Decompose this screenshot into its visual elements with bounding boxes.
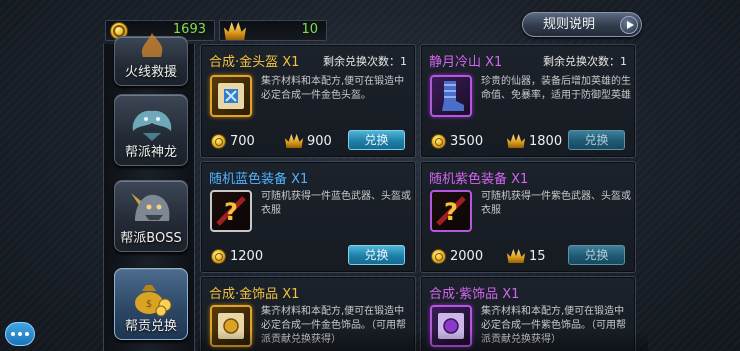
money-bag-icon: $ xyxy=(135,285,172,317)
sidebar-item-label: 帮贡兑换 xyxy=(124,319,177,334)
rules-button-label: 规则说明 xyxy=(543,17,596,32)
chat-bubble-icon[interactable] xyxy=(5,322,35,346)
boss-icon xyxy=(131,193,170,221)
card-title: 合成·金头盔 X1 xyxy=(209,55,300,70)
random-equipment-icon: ? xyxy=(210,190,252,232)
price-coin: 700 xyxy=(230,134,255,149)
play-arrow-icon xyxy=(620,16,638,34)
contribution-balance: 10 xyxy=(219,20,327,41)
remaining-count: 剩余兑换次数：1 xyxy=(543,55,627,68)
coin-icon xyxy=(211,249,226,264)
crown-icon xyxy=(507,134,525,148)
svg-text:?: ? xyxy=(444,198,458,226)
card-title: 随机紫色装备 X1 xyxy=(429,172,529,187)
crown-icon xyxy=(507,249,525,263)
crown-icon xyxy=(224,22,246,40)
contribution-balance-value: 10 xyxy=(301,22,318,37)
exchange-button[interactable]: 兑换 xyxy=(568,130,625,150)
random-equipment-icon: ? xyxy=(430,190,472,232)
dragon-icon xyxy=(132,110,172,141)
item-description: 可随机获得一件蓝色武器、头盔或衣服 xyxy=(261,191,411,216)
exchange-card: 合成·金头盔 X1 剩余兑换次数：1 集齐材料和本配方,便可在锻造中必定合成一件… xyxy=(200,44,416,158)
card-title: 随机蓝色装备 X1 xyxy=(209,172,309,187)
svg-text:?: ? xyxy=(224,198,238,226)
rules-button[interactable]: 规则说明 xyxy=(522,12,642,37)
sidebar-item-label: 帮派BOSS xyxy=(120,231,182,246)
price-contribution: 1800 xyxy=(529,134,563,149)
coin-balance-value: 1693 xyxy=(172,22,206,37)
boots-icon xyxy=(430,75,472,117)
sidebar-item-exchange[interactable]: $ 帮贡兑换 xyxy=(114,268,188,340)
price-contribution: 15 xyxy=(529,249,546,264)
scroll-fade xyxy=(198,330,648,351)
exchange-button[interactable]: 兑换 xyxy=(348,245,405,265)
svg-text:$: $ xyxy=(146,299,152,310)
exchange-button[interactable]: 兑换 xyxy=(348,130,405,150)
sidebar-item-label: 帮派神龙 xyxy=(124,145,177,160)
exchange-grid: 合成·金头盔 X1 剩余兑换次数：1 集齐材料和本配方,便可在锻造中必定合成一件… xyxy=(198,44,648,351)
exchange-button[interactable]: 兑换 xyxy=(568,245,625,265)
item-description: 集齐材料和本配方,便可在锻造中必定合成一件金色头盔。 xyxy=(261,76,405,101)
card-title: 合成·金饰品 X1 xyxy=(209,287,300,302)
exchange-card: 随机紫色装备 X1 ? 可随机获得一件紫色武器、头盔或衣服 2000 15 兑换 xyxy=(420,161,636,273)
card-title: 静月冷山 X1 xyxy=(429,55,503,70)
recipe-scroll-icon xyxy=(210,75,252,117)
coin-icon xyxy=(431,134,446,149)
price-contribution: 900 xyxy=(307,134,332,149)
sidebar-item-label: 火线救援 xyxy=(124,65,177,80)
card-title: 合成·紫饰品 X1 xyxy=(429,287,520,302)
sidebar: 火线救援 帮派神龙 帮派BOSS $ 帮贡兑换 xyxy=(103,33,195,351)
remaining-count: 剩余兑换次数：1 xyxy=(323,55,407,68)
sidebar-item-boss[interactable]: 帮派BOSS xyxy=(114,180,188,252)
price-coin: 1200 xyxy=(230,249,264,264)
coin-icon xyxy=(211,134,226,149)
item-description: 珍贵的仙器，装备后增加英雄的生命值、免暴率，适用于防御型英雄 xyxy=(481,76,631,101)
price-coin: 2000 xyxy=(450,249,484,264)
crown-icon xyxy=(285,134,303,148)
sidebar-item-rescue[interactable]: 火线救援 xyxy=(114,33,188,86)
price-coin: 3500 xyxy=(450,134,484,149)
coin-icon xyxy=(431,249,446,264)
exchange-card: 随机蓝色装备 X1 ? 可随机获得一件蓝色武器、头盔或衣服 1200 兑换 xyxy=(200,161,416,273)
fire-icon xyxy=(141,33,163,57)
exchange-card: 静月冷山 X1 剩余兑换次数：1 珍贵的仙器，装备后增加英雄的生命值、免暴率，适… xyxy=(420,44,636,158)
item-description: 可随机获得一件紫色武器、头盔或衣服 xyxy=(481,191,631,216)
sidebar-item-dragon[interactable]: 帮派神龙 xyxy=(114,94,188,166)
